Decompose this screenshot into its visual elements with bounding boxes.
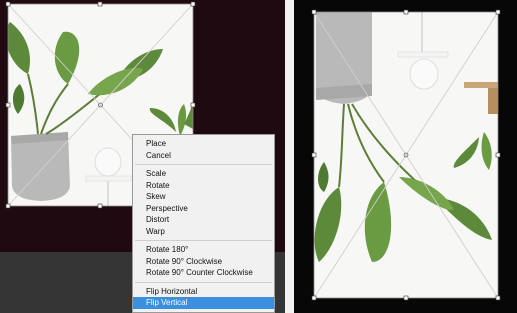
menu-item-flip-vertical[interactable]: Flip Vertical: [133, 297, 274, 309]
transform-context-menu: Place Cancel Scale Rotate Skew Perspective Dis…: [132, 134, 275, 313]
panel-divider: [285, 0, 294, 313]
menu-item-perspective[interactable]: Perspective: [133, 203, 274, 215]
flipped-transform-bounding-box[interactable]: [294, 0, 517, 313]
menu-item-rotate-90-counter-clockwise[interactable]: Rotate 90° Counter Clockwise: [133, 267, 274, 279]
menu-item-rotate-90-clockwise[interactable]: Rotate 90° Clockwise: [133, 256, 274, 268]
menu-item-warp[interactable]: Warp: [133, 226, 274, 238]
menu-separator: [135, 281, 272, 283]
menu-item-flip-horizontal[interactable]: Flip Horizontal: [133, 286, 274, 298]
menu-item-rotate[interactable]: Rotate: [133, 180, 274, 192]
menu-item-rotate-180[interactable]: Rotate 180°: [133, 244, 274, 256]
menu-item-distort[interactable]: Distort: [133, 214, 274, 226]
left-canvas-panel: Place Cancel Scale Rotate Skew Perspective Dis…: [0, 0, 285, 313]
menu-separator: [135, 164, 272, 165]
right-canvas-panel: [294, 0, 517, 313]
menu-item-place[interactable]: Place: [133, 138, 274, 150]
menu-item-cancel[interactable]: Cancel: [133, 150, 274, 162]
menu-item-skew[interactable]: Skew: [133, 191, 274, 203]
menu-separator: [135, 240, 272, 241]
menu-item-scale[interactable]: Scale: [133, 168, 274, 180]
